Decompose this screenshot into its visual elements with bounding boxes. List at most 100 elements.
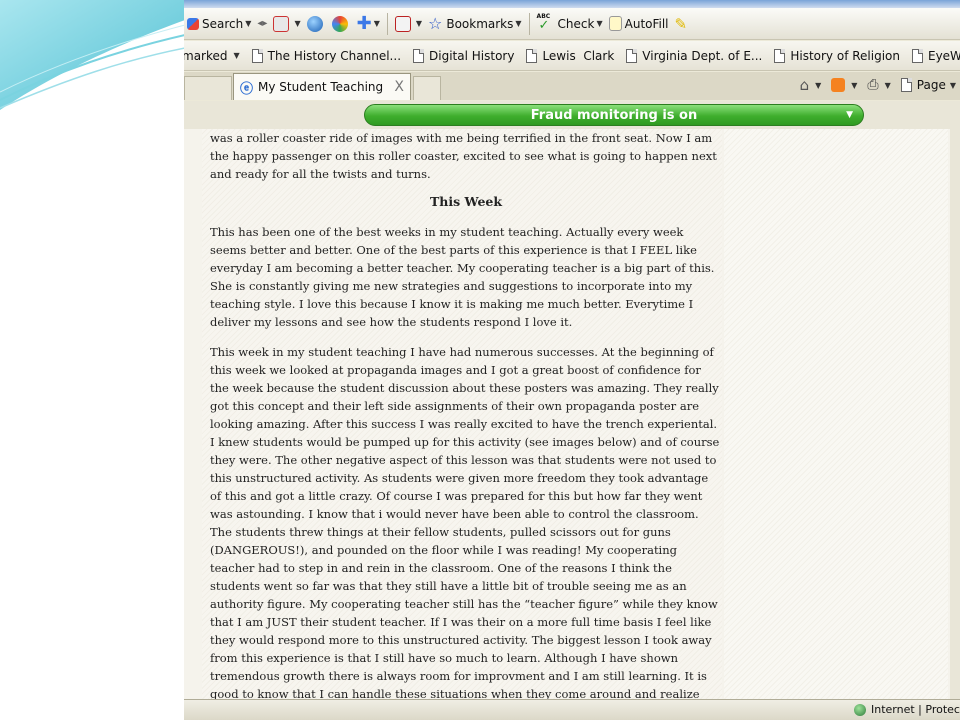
autofill-icon — [608, 16, 622, 31]
chevron-down-icon: ▼ — [851, 80, 858, 90]
chevron-down-icon: ▼ — [233, 51, 240, 60]
bookmarks-label: Bookmarks — [446, 16, 514, 31]
check-label: Check — [557, 16, 595, 31]
bookmark-eyewitness[interactable]: EyeWitness to Hi — [911, 48, 960, 63]
window-title-strip — [184, 0, 960, 8]
tab-previous[interactable] — [184, 76, 232, 100]
spellcheck-button[interactable]: ABC ✓ Check ▼ — [534, 12, 606, 36]
bookmark-history-of-religion[interactable]: History of Religion — [774, 48, 900, 63]
bookmark-label: Lewis Clark — [542, 48, 615, 63]
globe-button[interactable] — [304, 12, 329, 36]
tab-my-student-teaching[interactable]: ⓔ My Student Teaching X — [233, 73, 411, 100]
chevron-down-icon: ▼ — [373, 19, 380, 28]
popup-blocker-button[interactable]: ▼ — [392, 12, 425, 36]
page-icon — [900, 78, 912, 92]
chevron-down-icon: ▼ — [884, 80, 891, 90]
add-button[interactable]: ✚ ▼ — [354, 12, 383, 36]
page-menu-button[interactable]: Page ▼ — [900, 78, 956, 92]
fraud-monitoring-text: Fraud monitoring is on — [530, 107, 698, 123]
highlighter-button[interactable]: ✎ — [672, 12, 691, 36]
bookmarks-button[interactable]: ☆ Bookmarks ▼ — [425, 12, 525, 36]
popup-blocker-icon — [394, 15, 411, 32]
tab-title: My Student Teaching — [258, 80, 384, 94]
chevron-down-icon: ▼ — [515, 19, 522, 28]
post-paragraph-1: This has been one of the best weeks in m… — [210, 225, 715, 329]
bookmark-folder-marked[interactable]: marked ▼ — [184, 49, 240, 63]
close-tab-icon[interactable]: X — [394, 79, 404, 95]
blog-post-text: was a roller coaster ride of images with… — [210, 129, 722, 699]
slide-decoration — [0, 0, 185, 720]
bookmark-label: Virginia Dept. of E... — [642, 48, 763, 63]
feeds-button[interactable]: ▼ — [831, 78, 857, 92]
globe-icon — [854, 703, 866, 716]
post-paragraph-2: This week in my student teaching I have … — [210, 345, 720, 699]
browser-window: Search ▼ ◂▸ ▼ ✚ ▼ ▼ ☆ Bookmarks ▼ ABC ✓ … — [184, 0, 960, 720]
new-tab-button[interactable] — [413, 76, 441, 100]
pinwheel-icon — [331, 15, 348, 32]
post-intro: was a roller coaster ride of images with… — [210, 129, 722, 183]
page-icon — [413, 48, 425, 63]
autofill-button[interactable]: AutoFill — [606, 12, 672, 36]
news-button[interactable]: ▼ — [270, 12, 303, 36]
page-icon — [911, 48, 923, 63]
printer-icon: ⎙ — [867, 77, 879, 93]
bookmark-history-channel[interactable]: The History Channel... — [251, 48, 402, 63]
plus-icon: ✚ — [356, 13, 372, 34]
status-bar: Internet | Protec — [184, 699, 960, 720]
search-button[interactable]: Search ▼ — [184, 12, 254, 36]
page-content: was a roller coaster ride of images with… — [184, 129, 960, 699]
chevron-down-icon: ▼ — [294, 19, 301, 28]
rss-icon — [831, 78, 846, 92]
bookmark-label: Digital History — [429, 48, 515, 63]
bookmark-label: marked — [184, 48, 228, 63]
sidebar-column — [724, 129, 948, 699]
search-toolbar: Search ▼ ◂▸ ▼ ✚ ▼ ▼ ☆ Bookmarks ▼ ABC ✓ … — [184, 8, 960, 40]
bookmark-digital-history[interactable]: Digital History — [413, 48, 515, 63]
chevron-down-icon: ▼ — [815, 80, 822, 90]
chevron-down-icon: ▼ — [596, 19, 603, 28]
spellcheck-icon: ABC ✓ — [537, 13, 555, 33]
blog-post-column: was a roller coaster ride of images with… — [202, 129, 722, 699]
intro-line: and ready for all the twists and turns. — [210, 167, 431, 181]
google-search-icon — [187, 17, 199, 30]
bookmark-virginia-dept[interactable]: Virginia Dept. of E... — [626, 48, 763, 63]
security-bar-area: Fraud monitoring is on ▼ — [184, 101, 960, 129]
fraud-monitoring-bar[interactable]: Fraud monitoring is on ▼ — [364, 104, 864, 126]
post-heading: This Week — [429, 194, 503, 209]
home-button[interactable]: ⌂ ▼ — [800, 76, 822, 94]
search-label: Search — [202, 16, 244, 31]
ie-page-icon: ⓔ — [240, 81, 254, 97]
arrows-icon: ◂▸ — [257, 18, 268, 29]
page-icon — [774, 48, 786, 63]
security-zone[interactable]: Internet | Protec — [854, 703, 960, 716]
toolbar-separator — [386, 12, 388, 35]
command-bar: ⌂ ▼ ▼ ⎙ ▼ Page ▼ — [790, 72, 960, 98]
print-button[interactable]: ⎙ ▼ — [867, 77, 890, 93]
bookmark-lewis-clark[interactable]: Lewis Clark — [526, 48, 615, 63]
news-icon — [273, 15, 290, 32]
highlighter-icon: ✎ — [674, 14, 688, 33]
chevron-down-icon: ▼ — [415, 19, 422, 28]
chevron-down-icon: ▼ — [245, 19, 252, 28]
toolbar-arrows[interactable]: ◂▸ — [254, 12, 270, 36]
home-icon: ⌂ — [799, 76, 810, 94]
vertical-scrollbar[interactable] — [950, 129, 960, 699]
checkmark-icon: ✓ — [538, 17, 550, 33]
page-icon — [526, 48, 538, 63]
zone-text: Internet | Protec — [871, 703, 960, 716]
toolbar-separator — [528, 12, 530, 35]
bookmarks-bar: marked ▼ The History Channel... Digital … — [184, 41, 960, 71]
globe-icon — [306, 15, 323, 32]
bookmark-label: History of Religion — [790, 48, 900, 63]
page-menu-label: Page — [916, 78, 946, 92]
page-icon — [626, 48, 638, 63]
bookmark-label: EyeWitness to Hi — [927, 48, 960, 63]
intro-line: the happy passenger on this roller coast… — [210, 149, 717, 163]
page-icon — [251, 48, 263, 63]
intro-line: was a roller coaster ride of images with… — [210, 131, 713, 145]
autofill-label: AutoFill — [624, 16, 669, 31]
picasa-button[interactable] — [329, 12, 354, 36]
chevron-down-icon: ▼ — [846, 110, 853, 120]
bookmark-label: The History Channel... — [267, 48, 402, 63]
star-icon: ☆ — [428, 14, 443, 33]
